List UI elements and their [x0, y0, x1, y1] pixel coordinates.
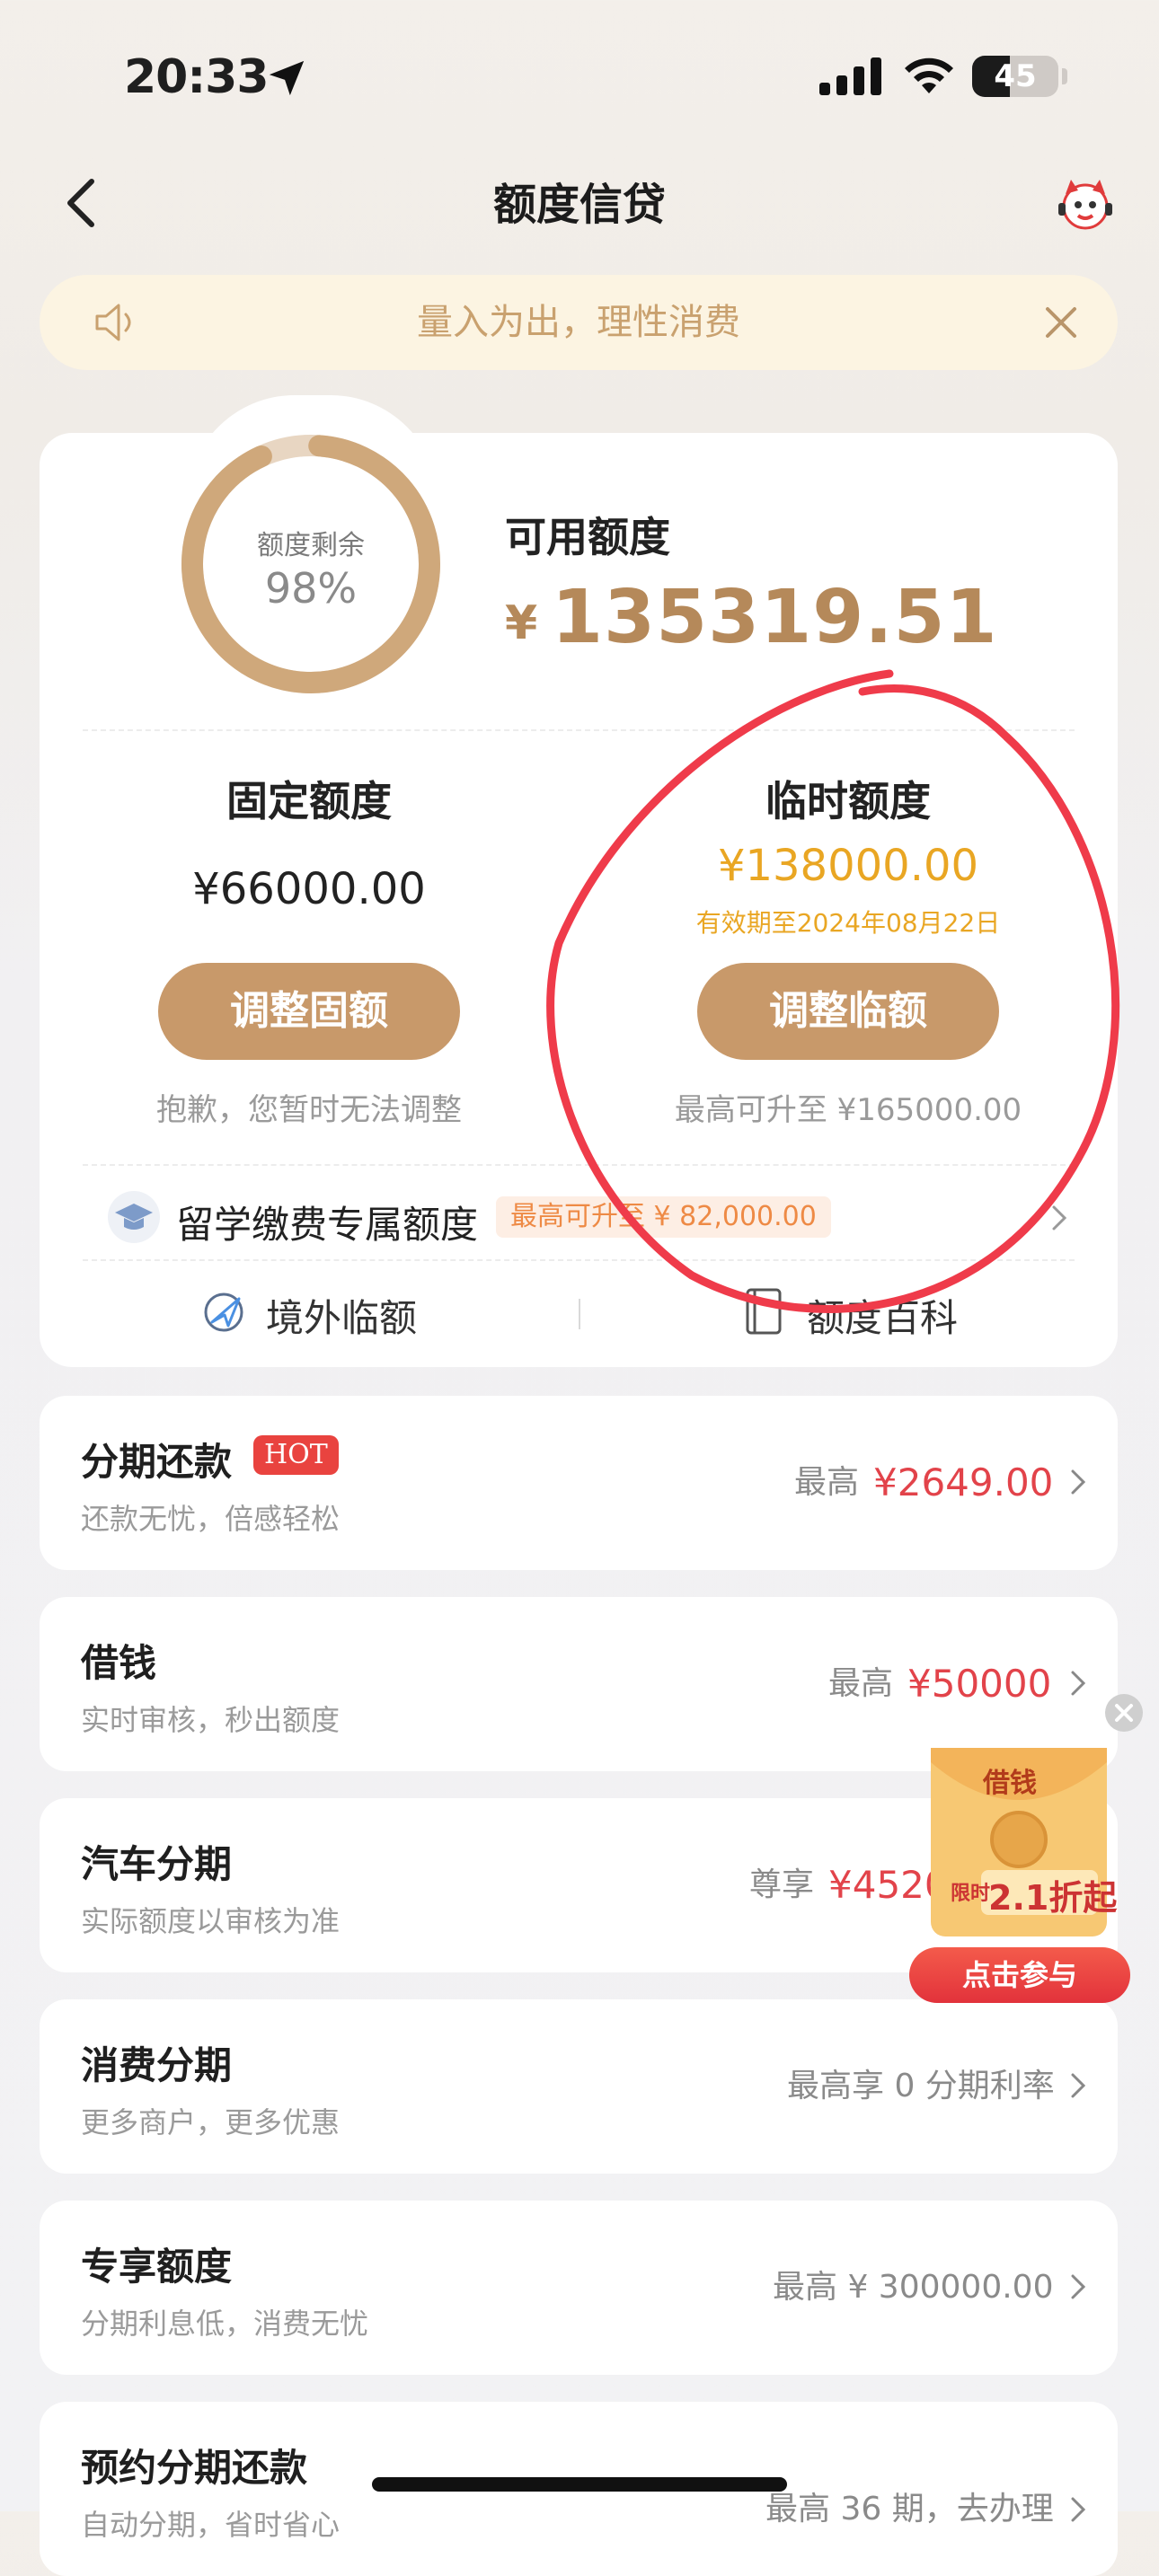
chevron-right-icon[interactable]	[1069, 1669, 1087, 1698]
graduation-cap-icon	[108, 1191, 160, 1243]
item-right-label: 最高 ¥ 300000.00	[773, 2269, 1054, 2306]
red-circle-annotation	[546, 669, 1119, 1313]
hot-badge: HOT	[253, 1435, 339, 1475]
item-title: 预约分期还款	[81, 2446, 308, 2490]
item-subtitle: 实时审核，秒出额度	[81, 1703, 341, 1737]
item-right-label: 尊享	[749, 1866, 815, 1903]
chevron-right-icon[interactable]	[1069, 2495, 1087, 2524]
customer-service-mascot-icon[interactable]	[1053, 171, 1118, 235]
item-title: 消费分期	[81, 2043, 233, 2087]
close-icon[interactable]	[1040, 302, 1082, 343]
promo-title: 借钱	[983, 1768, 1037, 1799]
promo-close-button[interactable]	[1105, 1694, 1143, 1732]
item-subtitle: 更多商户，更多优惠	[81, 2105, 341, 2139]
exclusive-credit-card[interactable]: 专享额度 分期利息低，消费无忧 最高 ¥ 300000.00	[40, 2201, 1118, 2375]
installment-repayment-card[interactable]: 分期还款 HOT 还款无忧，倍感轻松 最高 ¥2649.00	[40, 1396, 1118, 1570]
available-amount: 135319.51	[552, 575, 998, 660]
item-right-label: 最高享 0 分期利率	[787, 2068, 1055, 2104]
remaining-label: 额度剩余	[257, 530, 365, 561]
item-subtitle: 自动分期，省时省心	[81, 2508, 341, 2542]
available-label: 可用额度	[505, 513, 670, 561]
notice-text: 量入为出，理性消费	[417, 302, 740, 343]
fixed-credit-note: 抱歉，您暂时无法调整	[156, 1092, 462, 1128]
available-currency: ¥	[505, 596, 538, 650]
promo-join-button[interactable]: 点击参与	[909, 1947, 1130, 2003]
consumer-installment-card[interactable]: 消费分期 更多商户，更多优惠 最高享 0 分期利率	[40, 1999, 1118, 2174]
item-subtitle: 还款无忧，倍感轻松	[81, 1502, 341, 1536]
item-subtitle: 实际额度以审核为准	[81, 1904, 341, 1938]
item-right-label: 最高	[828, 1665, 894, 1702]
item-right-value: ¥2649.00	[873, 1460, 1054, 1504]
home-indicator	[372, 2477, 787, 2492]
battery-level: 45	[994, 58, 1037, 94]
item-subtitle: 分期利息低，消费无忧	[81, 2307, 369, 2341]
battery-icon: 45	[972, 56, 1058, 97]
item-title: 借钱	[81, 1641, 157, 1685]
cellular-signal-icon	[819, 57, 881, 95]
chevron-right-icon[interactable]	[1069, 1468, 1087, 1496]
item-right-label: 最高	[794, 1464, 860, 1501]
item-title: 分期还款	[81, 1440, 233, 1484]
study-abroad-credit-label[interactable]: 留学缴费专属额度	[176, 1195, 478, 1249]
location-arrow-icon	[269, 60, 305, 96]
notice-bar: 量入为出，理性消费	[40, 275, 1118, 370]
page-title: 额度信贷	[492, 180, 666, 230]
item-title: 专享额度	[81, 2245, 233, 2289]
item-title: 汽车分期	[81, 1842, 233, 1886]
fixed-credit-title: 固定额度	[226, 777, 392, 825]
item-right-label: 最高 36 期，去办理	[765, 2491, 1054, 2527]
promo-limited: 限时	[951, 1883, 991, 1905]
adjust-fixed-credit-button[interactable]: 调整固额	[158, 963, 460, 1060]
overseas-temp-credit-link[interactable]: 境外临额	[266, 1288, 417, 1343]
promo-discount: 2.1折起	[988, 1878, 1118, 1918]
status-time: 20:33	[124, 50, 270, 104]
wifi-icon	[905, 57, 953, 93]
remaining-percent: 98%	[264, 564, 358, 613]
chevron-right-icon[interactable]	[1069, 2272, 1087, 2301]
overseas-plane-icon[interactable]	[199, 1288, 248, 1337]
chevron-right-icon[interactable]	[1069, 2071, 1087, 2100]
battery-cap	[1062, 68, 1067, 84]
fixed-credit-amount: ¥66000.00	[192, 864, 426, 914]
